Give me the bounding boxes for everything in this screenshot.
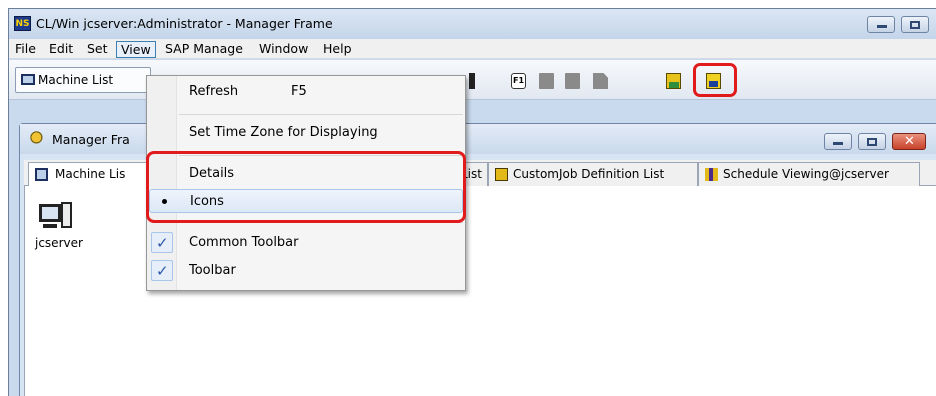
tab-customjob-definition-list[interactable]: CustomJob Definition List xyxy=(488,162,698,186)
menu-set[interactable]: Set xyxy=(83,41,112,58)
child-close-button[interactable]: ✕ xyxy=(892,133,926,150)
server-monitor xyxy=(39,204,61,222)
tab-label: Machine Lis xyxy=(55,167,126,181)
menu-item-label: Common Toolbar xyxy=(189,235,299,250)
tab-schedule-viewing[interactable]: Schedule Viewing@jcserver xyxy=(698,162,920,186)
menu-item-refresh[interactable]: Refresh F5 xyxy=(147,80,465,104)
schedule-icon xyxy=(705,168,718,181)
toolbar-separator-icon xyxy=(469,73,475,89)
menu-edit[interactable]: Edit xyxy=(45,41,77,58)
folder-icon[interactable] xyxy=(539,73,554,89)
maximize-button[interactable] xyxy=(901,16,929,33)
menu-item-label: Set Time Zone for Displaying xyxy=(189,125,378,140)
menu-file[interactable]: File xyxy=(11,41,40,58)
manager-frame-icon xyxy=(30,131,46,147)
menu-help[interactable]: Help xyxy=(319,41,356,58)
minimize-button[interactable] xyxy=(867,16,895,33)
machine-list-label: Machine List xyxy=(38,73,114,87)
server-icon[interactable] xyxy=(39,202,73,232)
server-tower xyxy=(61,202,72,228)
menu-item-label: Refresh xyxy=(189,84,239,99)
child-window-title: Manager Fra xyxy=(52,132,130,147)
machine-list-button[interactable]: Machine List xyxy=(15,67,151,93)
menu-bar: File Edit Set View SAP Manage Window Hel… xyxy=(9,39,936,59)
server-label[interactable]: jcserver xyxy=(35,236,83,250)
maximize-icon xyxy=(910,21,920,29)
maximize-icon xyxy=(867,138,877,146)
document-icon[interactable] xyxy=(593,73,608,89)
machine-list-icon xyxy=(21,74,35,85)
checkmark-icon: ✓ xyxy=(156,234,169,252)
f1-help-icon[interactable]: F1 xyxy=(511,73,526,89)
title-bar: NS CL/Win jcserver:Administrator - Manag… xyxy=(9,9,936,39)
checkmark-icon: ✓ xyxy=(156,262,169,280)
menu-sap-manage[interactable]: SAP Manage xyxy=(161,41,247,58)
close-icon: ✕ xyxy=(904,134,915,149)
view-mode-callout-highlight xyxy=(146,151,466,223)
menu-item-shortcut: F5 xyxy=(291,84,307,99)
window-title: CL/Win jcserver:Administrator - Manager … xyxy=(36,16,333,31)
machine-list-icon xyxy=(35,168,48,181)
customjob-icon xyxy=(495,168,508,181)
server-base xyxy=(43,224,57,228)
minimize-icon xyxy=(877,25,887,28)
checkmark-box: ✓ xyxy=(151,232,173,253)
menu-item-label: Toolbar xyxy=(189,263,236,278)
checkmark-box: ✓ xyxy=(151,260,173,281)
app-icon: NS xyxy=(14,16,31,31)
menu-item-common-toolbar[interactable]: ✓ Common Toolbar xyxy=(147,231,465,255)
menu-item-set-time-zone[interactable]: Set Time Zone for Displaying xyxy=(147,121,465,145)
menu-window[interactable]: Window xyxy=(255,41,312,58)
minimize-icon xyxy=(833,142,843,145)
menu-item-toolbar[interactable]: ✓ Toolbar xyxy=(147,259,465,283)
tab-label: CustomJob Definition List xyxy=(513,167,665,181)
menu-view[interactable]: View xyxy=(116,41,156,58)
toolbar-callout-highlight xyxy=(693,63,737,97)
machine-group-icon[interactable] xyxy=(666,73,681,89)
tab-label: Schedule Viewing@jcserver xyxy=(723,167,889,181)
folder-grid-icon[interactable] xyxy=(565,73,580,89)
child-minimize-button[interactable] xyxy=(824,133,852,150)
child-maximize-button[interactable] xyxy=(858,133,886,150)
tab-machine-list[interactable]: Machine Lis xyxy=(28,162,158,186)
menu-separator xyxy=(179,114,463,115)
